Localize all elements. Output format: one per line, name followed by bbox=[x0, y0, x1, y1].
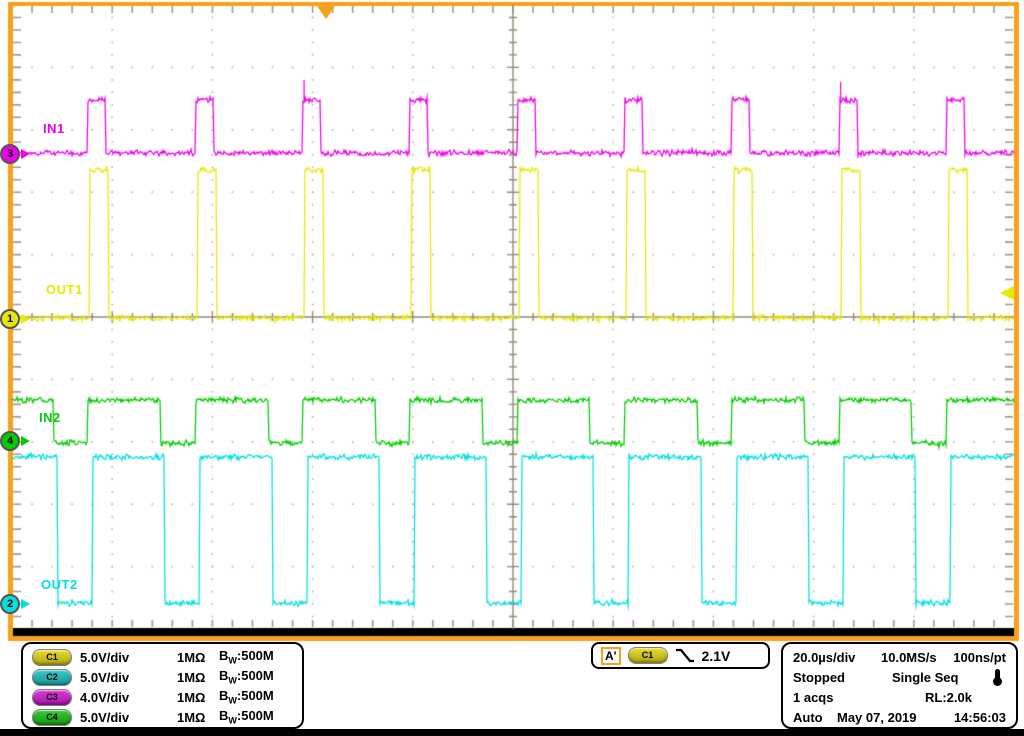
channel-4-readout-row[interactable]: C4 5.0V/div 1MΩ BW:500M bbox=[23, 707, 302, 727]
channel-1-position-marker[interactable]: 1 bbox=[0, 309, 30, 329]
sample-rate-value: 10.0MS/s bbox=[881, 649, 937, 665]
c2-impedance: 1MΩ bbox=[177, 669, 206, 685]
horizontal-readout-box[interactable]: 20.0µs/div 10.0MS/s 100ns/pt Stopped Sin… bbox=[781, 642, 1018, 729]
trigger-mode: Auto bbox=[793, 709, 823, 725]
channel-3-readout-row[interactable]: C3 4.0V/div 1MΩ BW:500M bbox=[23, 687, 302, 707]
c2-badge[interactable]: C2 bbox=[32, 668, 72, 686]
channel-2-readout-row[interactable]: C2 5.0V/div 1MΩ BW:500M bbox=[23, 667, 302, 687]
trigger-a-label: A' bbox=[601, 646, 621, 665]
acquisition-mode: Single Seq bbox=[892, 669, 959, 685]
channel-4-badge: 4 bbox=[0, 431, 20, 451]
channel-2-badge: 2 bbox=[0, 594, 20, 614]
channel-readout-box[interactable]: C1 5.0V/div 1MΩ BW:500M C2 5.0V/div 1MΩ … bbox=[21, 642, 304, 729]
oscilloscope-display: IN1 OUT1 IN2 OUT2 3 1 4 2 bbox=[0, 0, 1024, 645]
trigger-position-icon[interactable] bbox=[317, 6, 335, 19]
trace-label-out2: OUT2 bbox=[41, 577, 78, 592]
trigger-level-value: 2.1V bbox=[701, 647, 731, 664]
c1-impedance: 1MΩ bbox=[177, 649, 206, 665]
record-length: RL:2.0k bbox=[925, 689, 972, 705]
datetime-row: Auto May 07, 2019 14:56:03 bbox=[783, 707, 1016, 727]
date-value: May 07, 2019 bbox=[837, 709, 917, 725]
graticule-waveform-canvas bbox=[0, 0, 1024, 645]
c2-scale: 5.0V/div bbox=[80, 669, 130, 685]
time-value: 14:56:03 bbox=[953, 709, 1006, 725]
channel-3-position-marker[interactable]: 3 bbox=[0, 144, 30, 164]
trigger-readout-box[interactable]: A' C1 2.1V bbox=[591, 642, 770, 669]
acquisition-count: 1 acqs bbox=[793, 689, 834, 705]
resolution-value: 100ns/pt bbox=[953, 649, 1006, 665]
c4-impedance: 1MΩ bbox=[177, 709, 206, 725]
trigger-source-badge[interactable]: C1 bbox=[627, 647, 668, 664]
c4-bandwidth: BW:500M bbox=[219, 708, 274, 726]
trace-label-in2: IN2 bbox=[39, 410, 61, 425]
channel-2-position-marker[interactable]: 2 bbox=[0, 594, 30, 614]
trace-label-in1: IN1 bbox=[43, 121, 65, 136]
acquisition-count-row: 1 acqs RL:2.0k bbox=[783, 687, 1016, 707]
trigger-level-icon[interactable] bbox=[1000, 286, 1014, 300]
channel-1-badge: 1 bbox=[0, 309, 20, 329]
channel-1-readout-row[interactable]: C1 5.0V/div 1MΩ BW:500M bbox=[23, 647, 302, 667]
c3-scale: 4.0V/div bbox=[80, 689, 130, 705]
c3-impedance: 1MΩ bbox=[177, 689, 206, 705]
c1-scale: 5.0V/div bbox=[80, 649, 130, 665]
falling-edge-icon bbox=[675, 648, 694, 662]
timebase-row: 20.0µs/div 10.0MS/s 100ns/pt bbox=[783, 647, 1016, 667]
c1-bandwidth: BW:500M bbox=[219, 648, 274, 666]
timebase-value: 20.0µs/div bbox=[793, 649, 856, 665]
channel-4-position-marker[interactable]: 4 bbox=[0, 431, 30, 451]
acquisition-status-row: Stopped Single Seq bbox=[783, 667, 1016, 687]
channel-3-arrow-icon bbox=[21, 149, 30, 159]
channel-2-arrow-icon bbox=[21, 599, 30, 609]
c3-badge[interactable]: C3 bbox=[32, 688, 72, 706]
channel-3-badge: 3 bbox=[0, 144, 20, 164]
c2-bandwidth: BW:500M bbox=[219, 668, 274, 686]
single-seq-indicator-icon bbox=[993, 668, 1002, 686]
readout-bar: C1 5.0V/div 1MΩ BW:500M C2 5.0V/div 1MΩ … bbox=[0, 640, 1024, 736]
c1-badge[interactable]: C1 bbox=[32, 648, 72, 666]
channel-1-arrow-icon bbox=[21, 314, 30, 324]
c4-scale: 5.0V/div bbox=[80, 709, 130, 725]
acquisition-status: Stopped bbox=[793, 669, 845, 685]
channel-4-arrow-icon bbox=[21, 436, 30, 446]
c3-bandwidth: BW:500M bbox=[219, 688, 274, 706]
bottom-black-bar bbox=[0, 729, 1024, 736]
trace-label-out1: OUT1 bbox=[46, 282, 83, 297]
c4-badge[interactable]: C4 bbox=[32, 708, 72, 726]
